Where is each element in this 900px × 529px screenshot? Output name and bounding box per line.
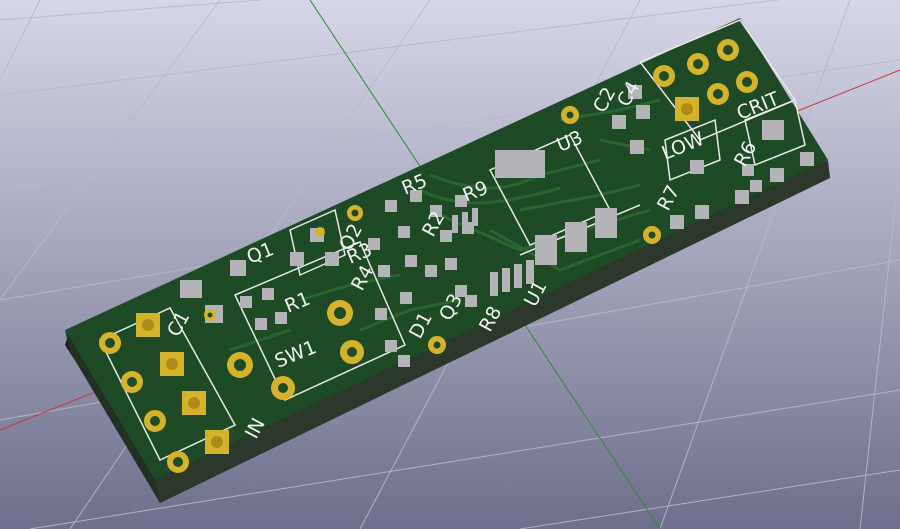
pcb-3d-scene[interactable]: C1 SW1 IN Q1 R1 Q2 R5 R3 R4 R2 R9 D1 Q3 … bbox=[0, 0, 900, 529]
connector-pad-4[interactable] bbox=[167, 451, 189, 473]
connector-pad-1[interactable] bbox=[99, 332, 121, 354]
connector-pad-2[interactable] bbox=[121, 371, 143, 393]
3d-viewer-viewport[interactable]: C1 SW1 IN Q1 R1 Q2 R5 R3 R4 R2 R9 D1 Q3 … bbox=[0, 0, 900, 529]
connector-pad-3[interactable] bbox=[144, 410, 166, 432]
